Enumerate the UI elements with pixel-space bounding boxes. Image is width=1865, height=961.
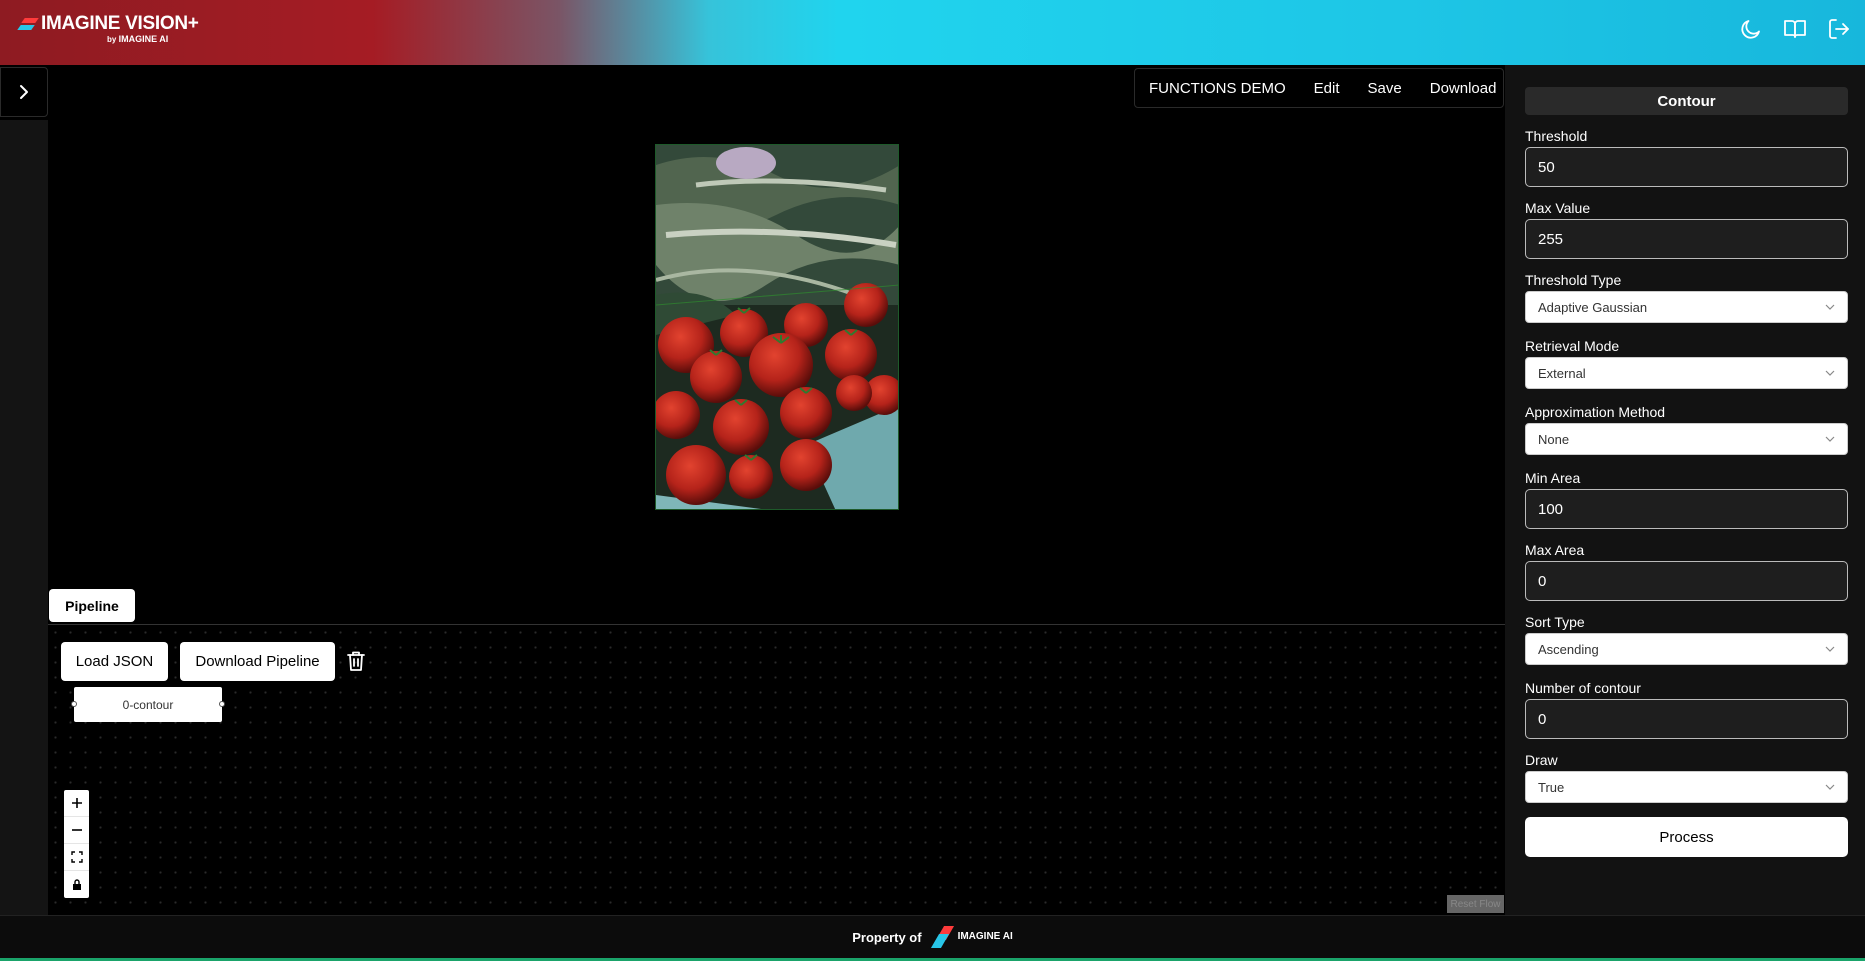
sidebar-toggle-button[interactable] bbox=[0, 67, 48, 117]
sort-type-select[interactable]: Ascending bbox=[1525, 633, 1848, 665]
draw-select[interactable]: True bbox=[1525, 771, 1848, 803]
retrieval-mode-label: Retrieval Mode bbox=[1525, 338, 1620, 354]
threshold-type-value: Adaptive Gaussian bbox=[1538, 299, 1648, 315]
tab-pipeline[interactable]: Pipeline bbox=[49, 589, 135, 622]
flow-controls bbox=[64, 790, 89, 898]
draw-label: Draw bbox=[1525, 752, 1558, 768]
sort-type-value: Ascending bbox=[1538, 641, 1599, 657]
sort-type-label: Sort Type bbox=[1525, 614, 1585, 630]
logo-subtitle: by IMAGINE AI bbox=[107, 34, 169, 44]
sidebar-collapsed bbox=[0, 65, 48, 915]
threshold-type-label: Threshold Type bbox=[1525, 272, 1622, 288]
zoom-in-icon[interactable] bbox=[64, 790, 89, 817]
fit-view-icon[interactable] bbox=[64, 844, 89, 871]
app-logo[interactable]: IMAGINE VISION+ by IMAGINE AI bbox=[17, 13, 199, 44]
panel-title: Contour bbox=[1525, 87, 1848, 115]
reset-flow-button[interactable]: Reset Flow bbox=[1447, 895, 1504, 913]
top-toolbar: FUNCTIONS DEMO Edit Save Download bbox=[1134, 68, 1504, 108]
logo-text: IMAGINE VISION+ bbox=[41, 13, 199, 34]
max-area-label: Max Area bbox=[1525, 542, 1585, 558]
app-header: IMAGINE VISION+ by IMAGINE AI bbox=[0, 0, 1865, 65]
functions-demo-button[interactable]: FUNCTIONS DEMO bbox=[1149, 80, 1286, 97]
retrieval-mode-select[interactable]: External bbox=[1525, 357, 1848, 389]
node-output-handle[interactable] bbox=[219, 701, 225, 707]
threshold-label: Threshold bbox=[1525, 128, 1588, 144]
number-of-contour-input[interactable]: 0 bbox=[1525, 699, 1848, 739]
approximation-method-value: None bbox=[1538, 431, 1570, 447]
imagine-ai-logo-icon bbox=[930, 926, 954, 948]
processed-image-preview bbox=[655, 144, 899, 510]
footer-brand: IMAGINE AI bbox=[957, 931, 1013, 942]
node-input-handle[interactable] bbox=[71, 701, 77, 707]
chevron-down-icon bbox=[1825, 370, 1835, 376]
retrieval-mode-value: External bbox=[1538, 365, 1586, 381]
load-json-button[interactable]: Load JSON bbox=[61, 642, 168, 681]
max-area-input[interactable]: 0 bbox=[1525, 561, 1848, 601]
save-button[interactable]: Save bbox=[1368, 80, 1402, 97]
max-value-input[interactable]: 255 bbox=[1525, 219, 1848, 259]
trash-icon[interactable] bbox=[346, 650, 366, 672]
book-open-icon[interactable] bbox=[1783, 17, 1807, 41]
logout-icon[interactable] bbox=[1827, 17, 1851, 41]
min-area-input[interactable]: 100 bbox=[1525, 489, 1848, 529]
min-area-label: Min Area bbox=[1525, 470, 1581, 486]
download-button[interactable]: Download bbox=[1430, 80, 1497, 97]
logo-mark-icon bbox=[17, 16, 39, 32]
node-label: 0-contour bbox=[122, 697, 174, 712]
footer-logo: IMAGINE AI bbox=[930, 926, 1013, 948]
approximation-method-select[interactable]: None bbox=[1525, 423, 1848, 455]
chevron-down-icon bbox=[1825, 646, 1835, 652]
chevron-down-icon bbox=[1825, 784, 1835, 790]
footer-property-label: Property of bbox=[852, 929, 922, 945]
zoom-out-icon[interactable] bbox=[64, 817, 89, 844]
chevron-down-icon bbox=[1825, 304, 1835, 310]
draw-value: True bbox=[1538, 779, 1565, 795]
footer: Property of IMAGINE AI bbox=[0, 915, 1865, 961]
threshold-input[interactable]: 50 bbox=[1525, 147, 1848, 187]
edit-button[interactable]: Edit bbox=[1314, 80, 1340, 97]
process-button[interactable]: Process bbox=[1525, 817, 1848, 857]
chevron-right-icon bbox=[20, 85, 28, 99]
download-pipeline-button[interactable]: Download Pipeline bbox=[180, 642, 335, 681]
number-of-contour-label: Number of contour bbox=[1525, 680, 1641, 696]
approximation-method-label: Approximation Method bbox=[1525, 404, 1666, 420]
max-value-label: Max Value bbox=[1525, 200, 1591, 216]
moon-icon[interactable] bbox=[1739, 17, 1763, 41]
pipeline-node-contour[interactable]: 0-contour bbox=[71, 687, 225, 722]
chevron-down-icon bbox=[1825, 436, 1835, 442]
lock-icon[interactable] bbox=[64, 871, 89, 898]
threshold-type-select[interactable]: Adaptive Gaussian bbox=[1525, 291, 1848, 323]
